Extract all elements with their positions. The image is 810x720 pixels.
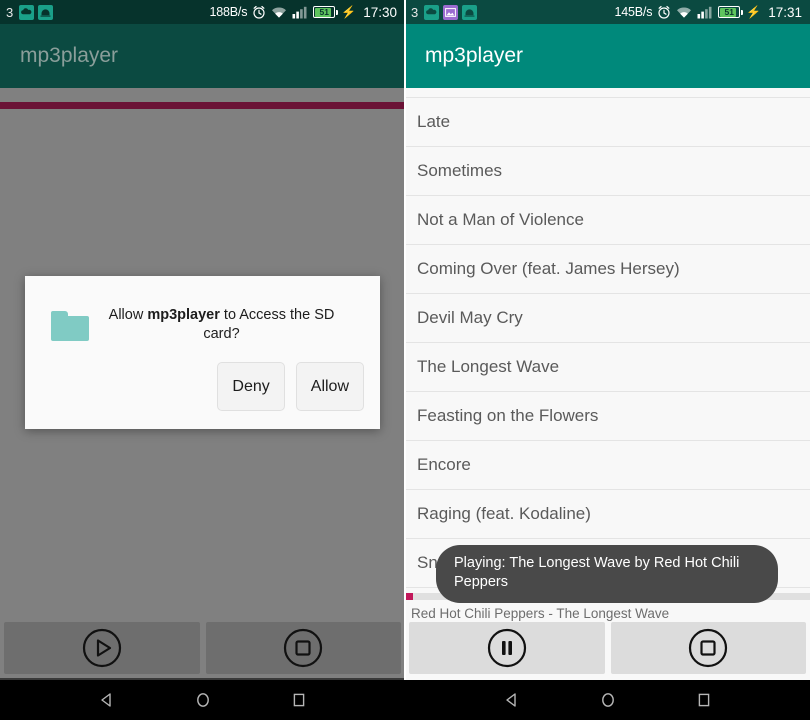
allow-button[interactable]: Allow xyxy=(295,362,364,411)
charging-bolt-icon: ⚡ xyxy=(746,5,762,19)
battery-icon: 51 xyxy=(313,6,339,18)
song-title: Coming Over (feat. James Hersey) xyxy=(417,259,680,278)
dialog-content-row: Allow mp3player to Access the SD card? xyxy=(25,276,380,344)
list-item[interactable]: Not a Man of Violence xyxy=(405,196,810,245)
pane-divider xyxy=(404,0,406,680)
network-speed: 188B/s xyxy=(209,5,248,19)
home-circle-icon[interactable] xyxy=(599,691,617,709)
song-title: Encore xyxy=(417,455,471,474)
cellular-signal-icon xyxy=(697,6,713,19)
list-item[interactable]: Sometimes xyxy=(405,147,810,196)
song-title: Raging (feat. Kodaline) xyxy=(417,504,591,523)
battery-icon: 51 xyxy=(718,6,744,18)
progress-fill xyxy=(405,593,414,600)
song-title: The Longest Wave xyxy=(417,357,560,376)
screenshot-image-icon xyxy=(443,4,459,20)
dialog-message: Allow mp3player to Access the SD card? xyxy=(91,306,356,344)
alarm-icon xyxy=(252,5,266,19)
dialog-message-suffix: to Access the SD card? xyxy=(203,307,335,342)
list-item[interactable]: Raging (feat. Kodaline) xyxy=(405,490,810,539)
app-title: mp3player xyxy=(20,44,119,67)
status-system-icons: 188B/s 51 ⚡ 17:30 xyxy=(210,5,397,20)
stop-circle-icon xyxy=(688,628,728,668)
left-nav-bar xyxy=(0,680,405,720)
right-player-controls xyxy=(405,622,810,674)
list-item[interactable]: The Longest Wave xyxy=(405,343,810,392)
recents-square-icon[interactable] xyxy=(695,691,713,709)
list-item-partial[interactable] xyxy=(405,88,810,98)
song-title: Devil May Cry xyxy=(417,308,523,327)
status-notification-icons xyxy=(424,4,478,20)
song-title: Not a Man of Violence xyxy=(417,210,584,229)
dialog-message-app: mp3player xyxy=(147,307,220,323)
cellular-signal-icon xyxy=(292,6,308,19)
right-phone-screen: 3 145B/s 51 ⚡ 17:31 mp3player Late Somet… xyxy=(405,0,810,680)
sd-card-permission-dialog: Allow mp3player to Access the SD card? D… xyxy=(25,276,380,429)
stop-circle-icon xyxy=(283,628,323,668)
left-player-controls xyxy=(0,622,405,674)
deny-button[interactable]: Deny xyxy=(217,362,285,411)
song-title: Sometimes xyxy=(417,161,503,180)
battery-level-text: 51 xyxy=(724,6,734,17)
left-app-bar: mp3player xyxy=(0,24,405,88)
network-speed: 145B/s xyxy=(614,5,653,19)
charging-bolt-icon: ⚡ xyxy=(341,5,357,19)
list-item[interactable]: Coming Over (feat. James Hersey) xyxy=(405,245,810,294)
list-item[interactable]: Late xyxy=(405,98,810,147)
android-update-icon xyxy=(462,4,478,20)
list-item[interactable]: Feasting on the Flowers xyxy=(405,392,810,441)
left-status-bar: 3 188B/s 51 ⚡ 17:30 xyxy=(0,0,405,24)
recents-square-icon[interactable] xyxy=(290,691,308,709)
right-app-bar: mp3player xyxy=(405,24,810,88)
dialog-message-prefix: Allow xyxy=(108,307,148,323)
pause-button[interactable] xyxy=(409,622,605,674)
status-notification-icons xyxy=(19,4,54,20)
right-app-body: Late Sometimes Not a Man of Violence Com… xyxy=(405,88,810,680)
status-system-icons: 145B/s 51 ⚡ 17:31 xyxy=(615,5,802,20)
navigation-bars xyxy=(0,680,810,720)
android-update-icon xyxy=(38,4,54,20)
app-title: mp3player xyxy=(425,44,524,67)
cloud-sync-icon xyxy=(19,4,35,20)
back-triangle-icon[interactable] xyxy=(503,691,521,709)
notification-count: 3 xyxy=(6,4,14,20)
now-playing-label: Red Hot Chili Peppers - The Longest Wave xyxy=(411,606,670,621)
toast-message: Playing: The Longest Wave by Red Hot Chi… xyxy=(436,545,778,604)
left-phone-screen: 3 188B/s 51 ⚡ 17:30 mp3player Allow mp3p… xyxy=(0,0,405,680)
alarm-icon xyxy=(657,5,671,19)
song-title: Feasting on the Flowers xyxy=(417,406,599,425)
song-title: Late xyxy=(417,112,451,131)
left-progress-bar[interactable] xyxy=(0,102,405,109)
play-circle-icon xyxy=(82,628,122,668)
battery-level-text: 51 xyxy=(319,6,329,17)
folder-icon xyxy=(51,309,91,341)
dual-screenshot: 3 188B/s 51 ⚡ 17:30 mp3player Allow mp3p… xyxy=(0,0,810,720)
back-triangle-icon[interactable] xyxy=(98,691,116,709)
stop-button[interactable] xyxy=(205,622,401,674)
wifi-icon xyxy=(271,6,287,19)
clock: 17:30 xyxy=(363,4,397,20)
list-item[interactable]: Encore xyxy=(405,441,810,490)
notification-count: 3 xyxy=(411,4,419,20)
right-status-bar: 3 145B/s 51 ⚡ 17:31 xyxy=(405,0,810,24)
dialog-actions: Deny Allow xyxy=(217,362,364,411)
home-circle-icon[interactable] xyxy=(194,691,212,709)
right-nav-bar xyxy=(405,680,810,720)
list-item[interactable]: Devil May Cry xyxy=(405,294,810,343)
song-list[interactable]: Late Sometimes Not a Man of Violence Com… xyxy=(405,88,810,591)
wifi-icon xyxy=(676,6,692,19)
cloud-sync-icon xyxy=(424,4,440,20)
stop-button[interactable] xyxy=(610,622,806,674)
pause-circle-icon xyxy=(487,628,527,668)
clock: 17:31 xyxy=(768,4,802,20)
play-button[interactable] xyxy=(4,622,200,674)
